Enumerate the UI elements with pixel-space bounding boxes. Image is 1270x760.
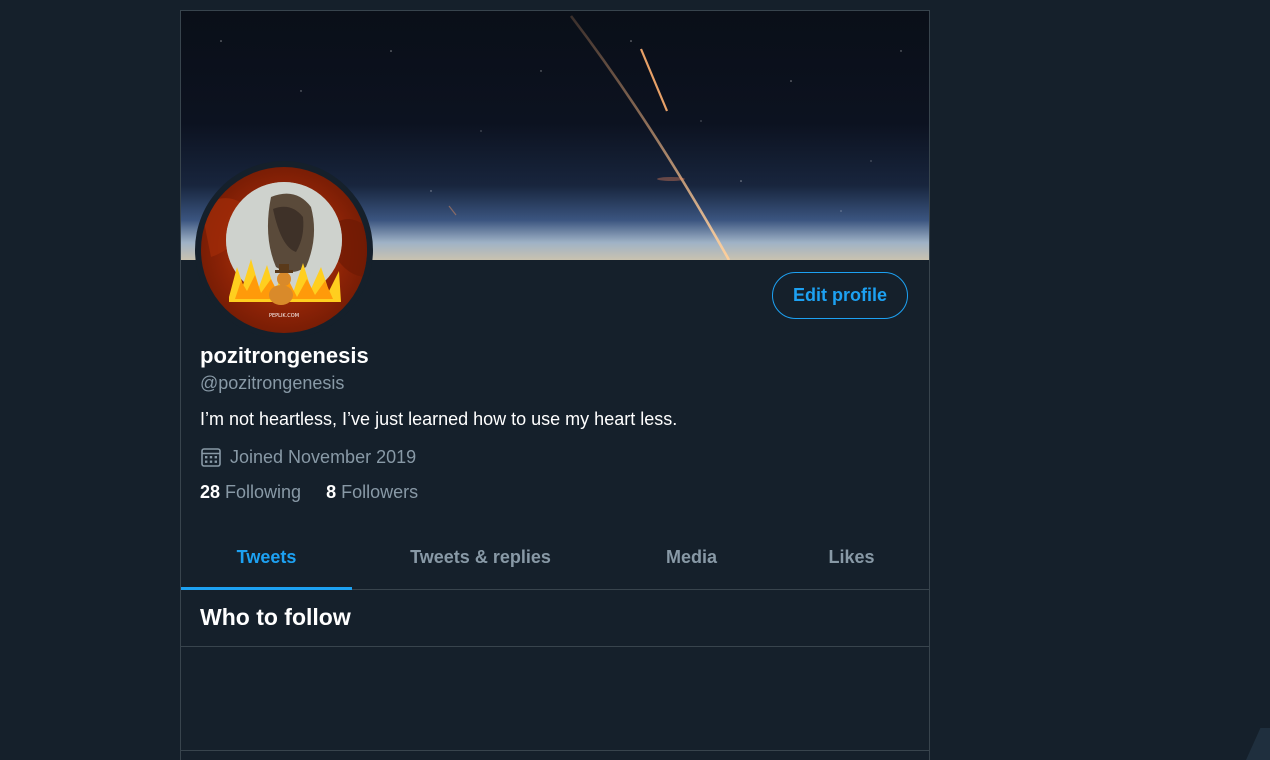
avatar-ring: PEPLIK.COM [195,161,373,339]
tab-likes-label: Likes [828,546,875,567]
following-link[interactable]: 28 Following [200,482,301,503]
tab-likes[interactable]: Likes [774,525,929,589]
followers-label: Followers [341,482,419,502]
profile-tabs: Tweets Tweets & replies Media Likes [181,525,929,590]
profile-column: PEPLIK.COM Edit profile pozitrongenesis … [180,10,930,760]
calendar-icon [201,448,221,467]
follow-stats: 28 Following 8 Followers [200,482,443,503]
tab-tweets-replies[interactable]: Tweets & replies [352,525,609,589]
bio: I’m not heartless, I’ve just learned how… [200,409,678,429]
avatar[interactable]: PEPLIK.COM [201,167,367,333]
tab-tweets-label: Tweets [236,546,297,567]
who-to-follow-title: Who to follow [200,604,351,630]
corner-decoration [1246,728,1270,760]
who-to-follow-header: Who to follow [181,590,929,647]
display-name: pozitrongenesis [200,343,369,368]
joined-date: Joined November 2019 [200,446,416,468]
avatar-caption: PEPLIK.COM [269,313,299,319]
tab-tweets-replies-label: Tweets & replies [410,546,551,567]
tab-tweets[interactable]: Tweets [181,525,352,590]
followers-link[interactable]: 8 Followers [326,482,418,503]
avatar-image: PEPLIK.COM [201,182,367,319]
followers-count: 8 [326,482,337,502]
page: PEPLIK.COM Edit profile pozitrongenesis … [0,0,1270,760]
joined-text: Joined November 2019 [230,446,417,467]
edit-profile-button[interactable]: Edit profile [772,272,908,319]
who-to-follow-list [181,647,929,751]
user-handle: @pozitrongenesis [200,373,345,393]
tab-media[interactable]: Media [609,525,774,589]
following-count: 28 [200,482,221,502]
following-label: Following [225,482,302,502]
tab-media-label: Media [665,546,717,567]
